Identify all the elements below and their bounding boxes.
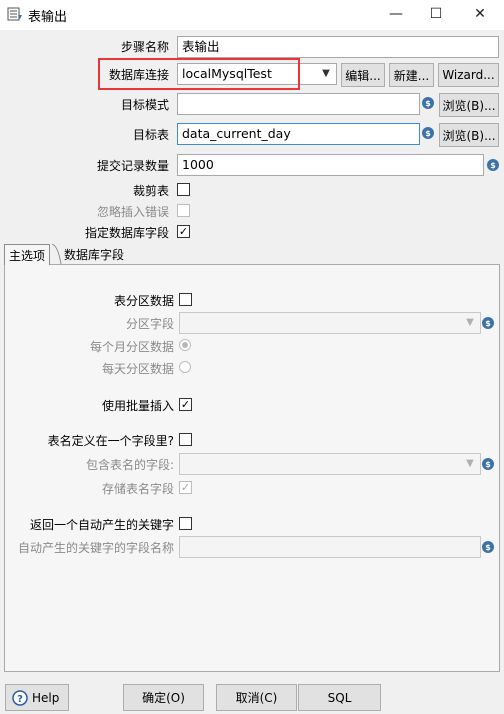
wizard-button[interactable]: Wizard... bbox=[438, 63, 499, 87]
variable-icon: $ bbox=[482, 458, 494, 470]
highlight-box bbox=[98, 58, 300, 90]
batch-insert-label: 使用批量插入 bbox=[101, 399, 174, 413]
table-name-field-select[interactable]: ▼ bbox=[179, 453, 481, 475]
svg-text:?: ? bbox=[17, 694, 23, 705]
commit-size-label: 提交记录数量 bbox=[96, 159, 169, 173]
partition-field-select[interactable]: ▼ bbox=[179, 312, 481, 334]
store-table-name-checkbox[interactable]: ✓ bbox=[179, 481, 192, 494]
batch-insert-checkbox[interactable]: ✓ bbox=[179, 398, 192, 411]
close-button[interactable]: ✕ bbox=[462, 0, 498, 28]
target-schema-label: 目标模式 bbox=[120, 98, 169, 112]
help-icon: ? bbox=[12, 689, 28, 706]
window-title: 表输出 bbox=[28, 10, 68, 25]
chevron-down-icon[interactable]: ▼ bbox=[463, 456, 477, 472]
table-in-field-label: 表名定义在一个字段里? bbox=[47, 434, 174, 448]
table-output-icon bbox=[7, 7, 22, 21]
minimize-button[interactable]: — bbox=[378, 0, 414, 28]
monthly-partition-radio[interactable] bbox=[179, 339, 191, 351]
target-table-input[interactable]: data_current_day bbox=[177, 123, 420, 145]
table-in-field-checkbox[interactable] bbox=[179, 433, 192, 446]
ignore-errors-label: 忽略插入错误 bbox=[96, 205, 169, 219]
edit-connection-button[interactable]: 编辑... bbox=[341, 63, 385, 87]
tab-main-options[interactable]: 主选项 bbox=[4, 244, 51, 265]
help-button[interactable]: ? Help bbox=[5, 684, 69, 711]
help-button-label: Help bbox=[32, 690, 60, 705]
tab-separator bbox=[52, 244, 62, 265]
return-key-label: 返回一个自动产生的关键字 bbox=[29, 518, 174, 532]
store-table-name-label: 存储表名字段 bbox=[101, 482, 174, 496]
key-field-name-input[interactable] bbox=[179, 536, 481, 558]
browse-schema-button[interactable]: 浏览(B)... bbox=[439, 93, 499, 117]
new-connection-button[interactable]: 新建... bbox=[389, 63, 434, 87]
key-field-name-label: 自动产生的关键字的字段名称 bbox=[17, 541, 174, 555]
truncate-label: 裁剪表 bbox=[132, 184, 169, 198]
ok-button[interactable]: 确定(O) bbox=[123, 684, 204, 711]
partition-field-label: 分区字段 bbox=[125, 317, 174, 331]
partition-checkbox[interactable] bbox=[179, 293, 192, 306]
browse-table-button[interactable]: 浏览(B)... bbox=[439, 123, 499, 147]
variable-icon: $ bbox=[487, 159, 499, 171]
chevron-down-icon[interactable]: ▼ bbox=[319, 66, 333, 82]
variable-icon: $ bbox=[422, 127, 434, 139]
table-name-field-label: 包含表名的字段: bbox=[85, 458, 174, 472]
truncate-checkbox[interactable] bbox=[177, 183, 190, 196]
variable-icon: $ bbox=[482, 317, 494, 329]
variable-icon: $ bbox=[422, 97, 434, 109]
step-name-input[interactable]: 表输出 bbox=[177, 36, 499, 58]
step-name-label: 步骤名称 bbox=[120, 40, 169, 54]
ignore-errors-checkbox[interactable] bbox=[177, 204, 190, 217]
sql-button[interactable]: SQL bbox=[298, 684, 381, 711]
maximize-button[interactable]: ☐ bbox=[418, 0, 454, 28]
target-table-label: 目标表 bbox=[132, 128, 169, 142]
specify-fields-checkbox[interactable]: ✓ bbox=[177, 225, 190, 238]
variable-icon: $ bbox=[482, 541, 494, 553]
return-key-checkbox[interactable] bbox=[179, 517, 192, 530]
daily-partition-radio[interactable] bbox=[179, 361, 191, 373]
monthly-partition-label: 每个月分区数据 bbox=[89, 340, 174, 354]
commit-size-input[interactable]: 1000 bbox=[177, 154, 484, 176]
chevron-down-icon[interactable]: ▼ bbox=[463, 315, 477, 331]
partition-label: 表分区数据 bbox=[113, 294, 174, 308]
cancel-button[interactable]: 取消(C) bbox=[216, 684, 297, 711]
target-schema-input[interactable] bbox=[177, 93, 420, 115]
tab-db-fields[interactable]: 数据库字段 bbox=[60, 244, 128, 265]
specify-fields-label: 指定数据库字段 bbox=[84, 226, 169, 240]
daily-partition-label: 每天分区数据 bbox=[101, 362, 174, 376]
